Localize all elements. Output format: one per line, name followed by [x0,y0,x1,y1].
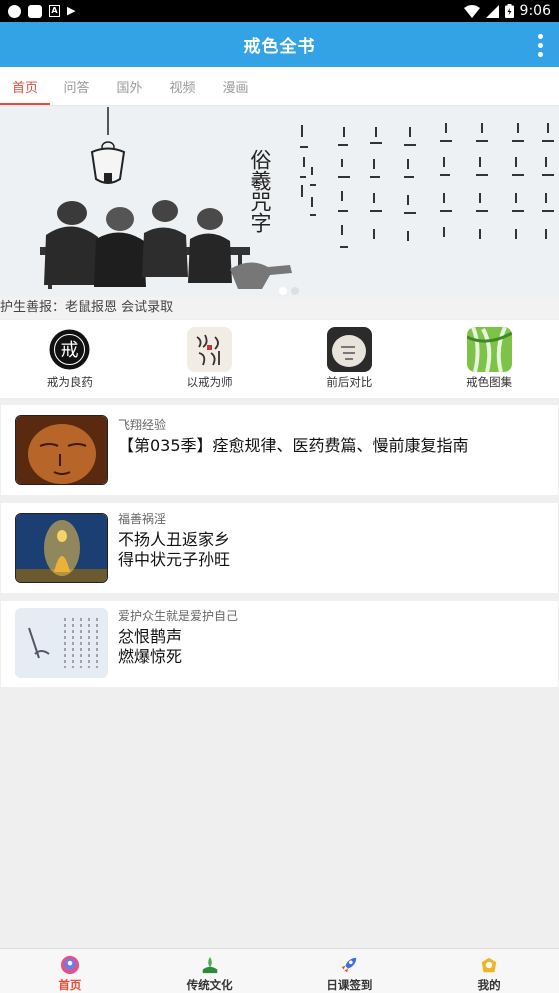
nav-checkin[interactable]: 日课签到 [280,949,420,993]
shortcut-label: 戒色图集 [466,375,513,389]
tab-video[interactable]: 视频 [156,67,209,105]
article-source: 福善祸淫 [118,512,167,526]
shortcut-label: 戒为良药 [46,375,93,389]
shortcut-yi-jie-wei-shi[interactable]: 以戒为师 [140,320,280,398]
article-title: 忿恨鹊声 燃爆惊死 [118,627,183,666]
nav-home[interactable]: 首页 [0,949,140,993]
tab-home[interactable]: 首页 [0,67,50,105]
text-notification-icon: A [49,5,60,17]
shortcut-jie-se-tu-ji[interactable]: 戒色图集 [419,320,559,398]
shortcut-grid: 戒 戒为良药 以戒为师 前后对比 戒色图集 [0,320,559,398]
culture-icon [202,956,217,974]
notification-icons: A ▶ [8,4,76,18]
bamboo-icon [466,327,512,372]
more-dot-icon [537,42,543,48]
article-item[interactable]: 飞翔经验 【第035季】痊愈规律、医药费篇、慢前康复指南 [1,405,558,495]
article-text: 福善祸淫 不扬人丑返家乡 得中状元子孙旺 [118,510,230,570]
status-bar: A ▶ 9:06 [0,0,559,22]
article-item[interactable]: 爱护众生就是爱护自己 忿恨鹊声 燃爆惊死 [1,601,558,687]
banner-ink-painting: 俗羲咒字 [0,107,559,297]
carousel-dot [291,287,299,295]
shortcut-qian-hou-dui-bi[interactable]: 前后对比 [280,320,420,398]
profile-icon [481,957,497,973]
nav-label: 日课签到 [326,978,373,992]
tab-qa[interactable]: 问答 [50,67,103,105]
tab-foreign[interactable]: 国外 [103,67,156,105]
more-options-button[interactable] [531,30,549,60]
article-text: 爱护众生就是爱护自己 忿恨鹊声 燃爆惊死 [118,607,238,667]
article-item[interactable]: 福善祸淫 不扬人丑返家乡 得中状元子孙旺 [1,503,558,593]
more-dot-icon [537,33,543,39]
rocket-icon [342,957,357,973]
svg-text:俗羲咒字: 俗羲咒字 [248,149,272,233]
buddha-face-thumb [15,415,108,485]
article-text: 飞翔经验 【第035季】痊愈规律、医药费篇、慢前康复指南 [118,416,469,456]
article-title: 不扬人丑返家乡 得中状元子孙旺 [118,530,231,569]
bottom-navigation: 首页 传统文化 日课签到 我的 [0,948,559,993]
wifi-icon [463,4,480,18]
compare-icon [326,327,372,372]
shortcut-label: 前后对比 [326,375,373,389]
nav-label: 我的 [477,978,501,992]
article-title: 【第035季】痊愈规律、医药费篇、慢前康复指南 [118,436,469,455]
nav-profile[interactable]: 我的 [419,949,559,993]
banner-caption[interactable]: 护生善报：老鼠报恩 会试录取 [0,297,559,319]
article-feed: 飞翔经验 【第035季】痊愈规律、医药费篇、慢前康复指南 福善祸淫 不扬人丑返家… [1,405,558,695]
nav-culture[interactable]: 传统文化 [140,949,280,993]
play-store-icon: ▶ [67,4,76,17]
article-source: 爱护众生就是爱护自己 [118,609,239,623]
app-title: 戒色全书 [243,37,316,57]
nav-label: 传统文化 [186,978,233,992]
notification-app-icon [28,4,42,18]
article-source: 飞翔经验 [118,418,167,432]
banner-carousel[interactable]: 俗羲咒字 [0,107,559,297]
home-icon [60,955,79,975]
more-dot-icon [537,51,543,57]
battery-icon [504,4,514,18]
nav-label: 首页 [58,978,82,992]
app-bar: 戒色全书 [0,22,559,67]
carousel-indicator [279,287,299,295]
tab-comics[interactable]: 漫画 [209,67,262,105]
system-icons: 9:06 [463,3,551,19]
jie-seal-icon: 戒 [47,327,93,372]
category-tabs: 首页 问答 国外 视频 漫画 [0,67,559,106]
calligraphy-icon [187,327,233,372]
golden-buddha-thumb [15,513,108,583]
clock: 9:06 [519,3,551,19]
ink-painting-thumb [15,608,108,678]
carousel-dot-active [279,287,287,295]
shortcut-jie-wei-liang-yao[interactable]: 戒 戒为良药 [0,320,140,398]
shortcut-label: 以戒为师 [186,375,233,389]
signal-icon [485,4,499,18]
notification-dot-icon [8,4,21,18]
svg-text:戒: 戒 [61,340,79,361]
